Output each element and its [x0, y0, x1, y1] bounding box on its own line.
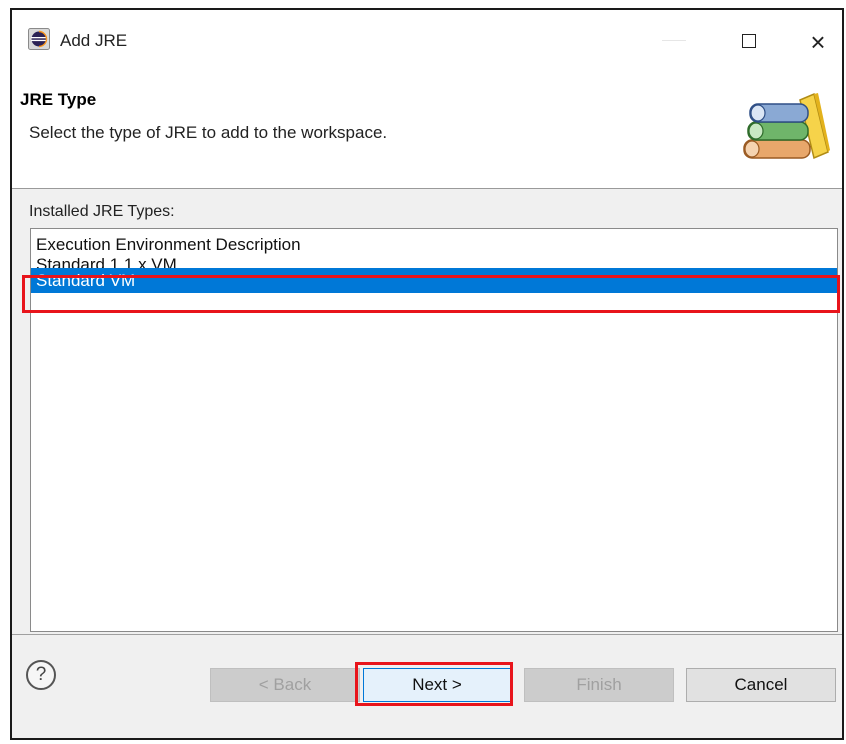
maximize-icon [742, 34, 756, 48]
add-jre-dialog: Add JRE × JRE Type Select the type of JR… [10, 8, 844, 740]
cancel-button[interactable]: Cancel [686, 668, 836, 702]
installed-jre-types-label: Installed JRE Types: [29, 203, 175, 220]
window-title: Add JRE [60, 31, 128, 50]
next-button[interactable]: Next > [363, 668, 511, 702]
page-title: JRE Type [20, 90, 97, 109]
jre-types-list[interactable]: Execution Environment Description Standa… [30, 228, 838, 632]
list-item[interactable]: Standard 1.1.x VM [31, 252, 837, 268]
books-icon [743, 92, 830, 160]
finish-button[interactable]: Finish [524, 668, 674, 702]
maximize-button[interactable] [730, 30, 770, 54]
back-button[interactable]: < Back [210, 668, 360, 702]
help-icon[interactable]: ? [26, 660, 56, 690]
close-button[interactable]: × [800, 24, 836, 60]
minimize-button[interactable] [662, 40, 686, 41]
title-bar: Add JRE × [12, 10, 842, 70]
button-bar: ? < Back Next > Finish Cancel [12, 634, 842, 738]
wizard-header: JRE Type Select the type of JRE to add t… [12, 70, 842, 189]
page-description: Select the type of JRE to add to the wor… [29, 123, 388, 142]
list-item-selected[interactable]: Standard VM [31, 268, 837, 293]
eclipse-icon [28, 28, 50, 50]
wizard-body: Installed JRE Types: Execution Environme… [12, 189, 842, 634]
